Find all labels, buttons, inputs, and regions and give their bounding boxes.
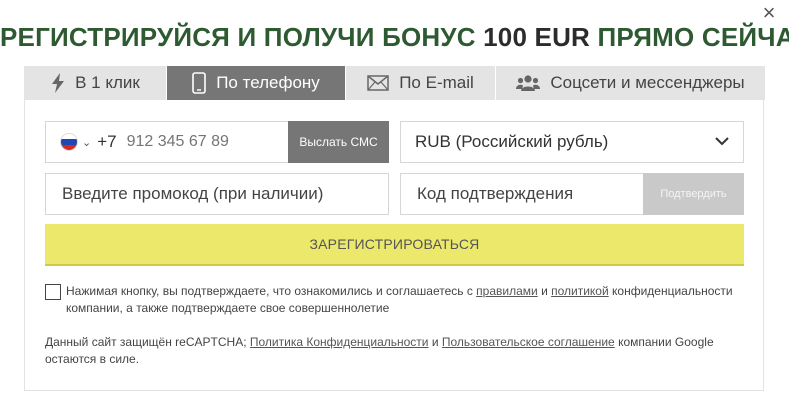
phone-icon bbox=[192, 72, 207, 94]
policy-link[interactable]: политикой bbox=[551, 284, 609, 298]
registration-panel: В 1 клик По телефону По E-mail Соцсети и… bbox=[24, 66, 765, 391]
confirm-button[interactable]: Подтвердить bbox=[643, 173, 744, 215]
confirmation-field: Подтвердить bbox=[400, 173, 744, 215]
consent-checkbox[interactable] bbox=[45, 284, 61, 300]
phone-input[interactable] bbox=[126, 133, 247, 151]
tab-phone[interactable]: По телефону bbox=[167, 66, 346, 100]
tab-social[interactable]: Соцсети и мессенджеры bbox=[496, 66, 765, 100]
registration-tabs: В 1 клик По телефону По E-mail Соцсети и… bbox=[25, 66, 765, 100]
privacy-policy-link[interactable]: Политика Конфиденциальности bbox=[250, 335, 429, 349]
send-sms-button[interactable]: Выслать СМС bbox=[288, 121, 389, 163]
register-button[interactable]: ЗАРЕГИСТРИРОВАТЬСЯ bbox=[45, 224, 744, 266]
recaptcha-notice: Данный сайт защищён reCAPTCHA; Политика … bbox=[45, 334, 750, 368]
consent-text: Нажимая кнопку, вы подтверждаете, что оз… bbox=[45, 283, 745, 317]
promo-input[interactable] bbox=[62, 184, 388, 204]
close-icon[interactable]: × bbox=[759, 2, 779, 24]
title-part1: РЕГИСТРИРУЙСЯ И ПОЛУЧИ БОНУС bbox=[0, 22, 484, 52]
envelope-icon bbox=[367, 75, 389, 91]
consent-block: Нажимая кнопку, вы подтверждаете, что оз… bbox=[45, 283, 745, 317]
tab-email[interactable]: По E-mail bbox=[346, 66, 496, 100]
tab-label: В 1 клик bbox=[75, 73, 140, 92]
chevron-down-icon: ⌄ bbox=[82, 136, 92, 149]
tab-label: Соцсети и мессенджеры bbox=[550, 73, 745, 92]
terms-link[interactable]: Пользовательское соглашение bbox=[442, 335, 615, 349]
currency-select[interactable]: RUB (Российский рубль) bbox=[400, 121, 744, 163]
phone-field: ⌄ +7 Выслать СМС bbox=[45, 121, 389, 163]
tab-label: По E-mail bbox=[399, 73, 474, 92]
title-part2: ПРЯМО СЕЙЧАС! bbox=[597, 22, 789, 52]
lightning-icon bbox=[51, 73, 65, 93]
phone-prefix: +7 bbox=[97, 132, 117, 151]
title-amount: 100 EUR bbox=[483, 22, 591, 52]
tab-one-click[interactable]: В 1 клик bbox=[25, 66, 167, 100]
tab-label: По телефону bbox=[216, 73, 320, 92]
country-select[interactable]: ⌄ bbox=[46, 133, 91, 151]
users-icon bbox=[516, 74, 541, 92]
recaptcha-text-1: Данный сайт защищён reCAPTCHA; bbox=[45, 335, 250, 349]
russia-flag-icon bbox=[60, 133, 78, 151]
promo-field bbox=[45, 173, 389, 215]
rules-link[interactable]: правилами bbox=[476, 284, 538, 298]
consent-and: и bbox=[537, 284, 552, 298]
page-title: РЕГИСТРИРУЙСЯ И ПОЛУЧИ БОНУС 100 EUR ПРЯ… bbox=[0, 22, 789, 53]
chevron-down-icon bbox=[715, 133, 729, 151]
recaptcha-and: и bbox=[428, 335, 442, 349]
consent-text-1: Нажимая кнопку, вы подтверждаете, что оз… bbox=[66, 284, 477, 298]
currency-value: RUB (Российский рубль) bbox=[415, 132, 609, 151]
